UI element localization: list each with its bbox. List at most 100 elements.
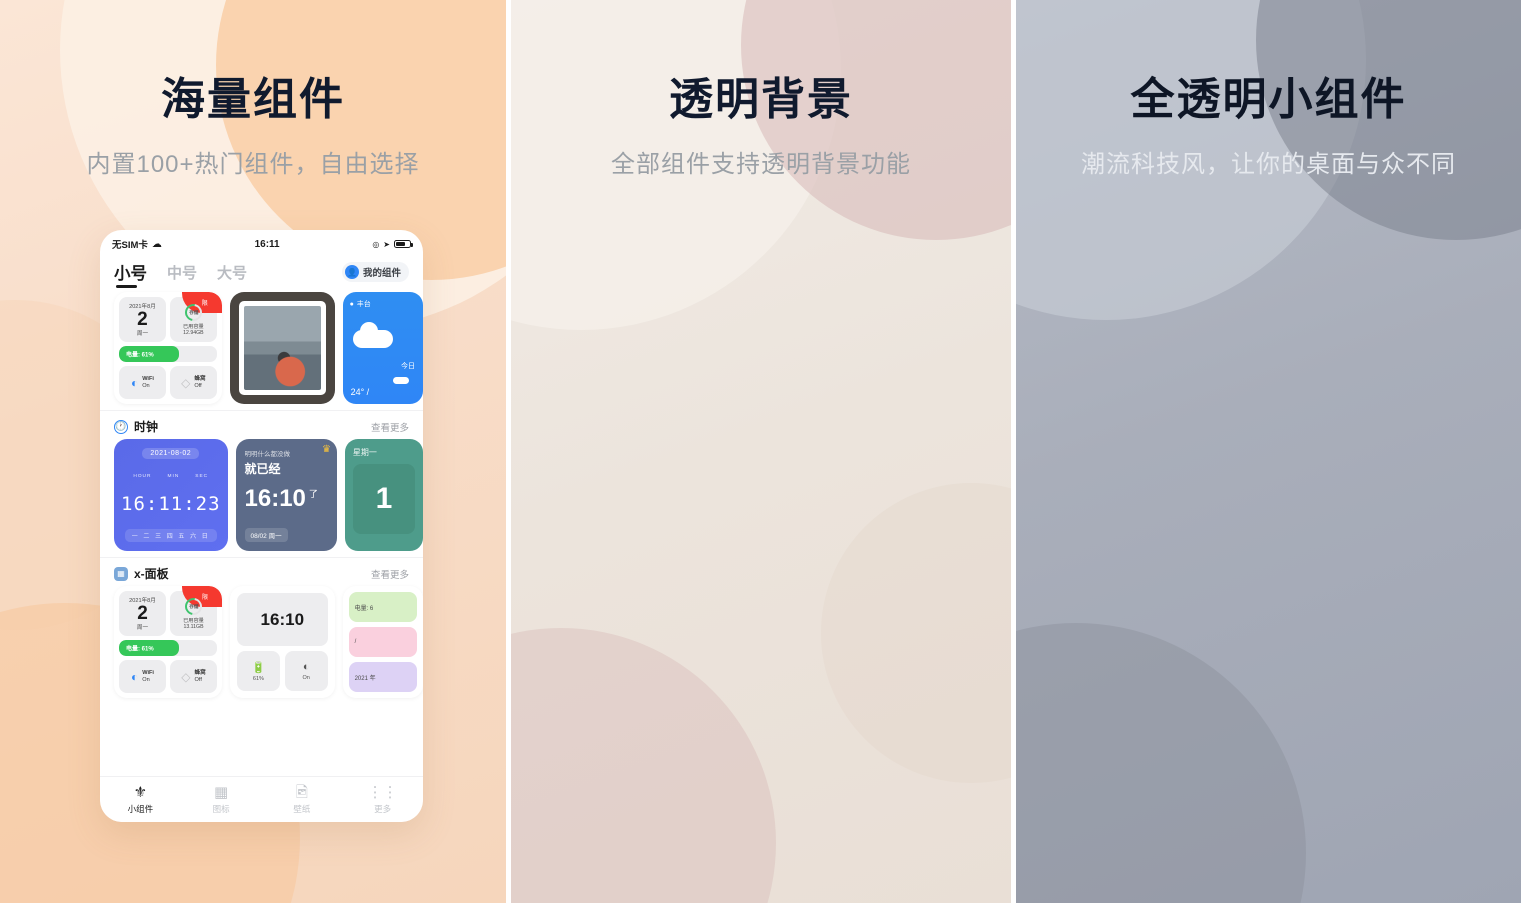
wifi-icon: ◐ [130, 669, 139, 684]
panel-subtitle: 内置100+热门组件，自由选择 [86, 151, 420, 178]
nav-label: 壁纸 [293, 803, 311, 814]
wifi-icon: ◐ [130, 375, 139, 390]
panel-battery-value: 61% [252, 675, 264, 682]
date-tile: 2021年8月 2 周一 [119, 297, 166, 343]
panel-wifi-value: On [302, 675, 310, 681]
phone-mockup-1: 无SIM卡 ☁ 16:11 ◎ ➤ 小号 中号 大号 👤 我的组件 限 2021… [100, 230, 423, 822]
pin-icon: ● [349, 300, 354, 308]
tab-large[interactable]: 大号 [217, 262, 247, 283]
label-sec: SEC [195, 474, 209, 480]
flip-weekday: 星期一 [352, 448, 377, 457]
panel-fully-transparent-widgets: 全透明小组件 潮流科技风，让你的桌面与众不同 ●●●○○ 中国移动 ☁ 1:43… [1016, 0, 1521, 903]
widget-system-info-2[interactable]: 限 2021年8月 2 周一 存储 已用容量 13.11GB 电量: 61% ◐… [114, 586, 222, 698]
wifi-icon: ☁ [151, 238, 162, 250]
date-weekday: 周一 [136, 625, 149, 632]
nav-item-more[interactable]: ⋮⋮ 更多 [342, 777, 423, 822]
panel-subtitle: 全部组件支持透明背景功能 [611, 151, 911, 178]
stack-row-3: 2021 年 [348, 662, 417, 692]
panel-title: 透明背景 [669, 75, 853, 124]
decor-blob [821, 483, 1011, 783]
widget-system-info[interactable]: 限 2021年8月 2 周一 存储 已用容量 12.94GB 电量: 61% ◐… [114, 292, 222, 404]
digital-clock-date: 2021-08-02 [142, 448, 200, 459]
panel-battery-tile: 🔋 61% [237, 651, 280, 691]
section-header-clock: 🕐 时钟 查看更多 [100, 410, 423, 439]
text-clock-line1: 明明什么都没做 [244, 451, 291, 458]
bottom-nav: ⚜ 小组件 ▦ 图标 🖻 壁纸 ⋮⋮ 更多 [100, 776, 423, 822]
see-more-link[interactable]: 查看更多 [371, 420, 409, 434]
nav-item-widgets[interactable]: ⚜ 小组件 [100, 777, 181, 822]
widget-text-clock[interactable]: ♛ 明明什么都没做 就已经 16:10 了 08/02 周一 [235, 439, 337, 551]
widget-flip-clock[interactable]: 星期一 1 [344, 439, 423, 551]
small-cloud-icon [393, 377, 409, 384]
location-icon: ◎ [372, 239, 380, 249]
tab-medium[interactable]: 中号 [167, 262, 197, 283]
stack-row-1: 电量: 6 [348, 592, 417, 622]
storage-label: 存储 [188, 309, 198, 315]
panel-transparent-background: 透明背景 全部组件支持透明背景功能 ●●●○○ 中国移动 ☁ 1:43 pm 8… [511, 0, 1011, 903]
flip-number: 1 [352, 464, 415, 534]
widget-icon: ⚜ [133, 783, 148, 801]
panel-wifi-tile: ◐ On [284, 651, 328, 691]
widget-row-clock: 2021-08-02 HOUR MIN SEC 16:11:23 一 二 三 四 五… [100, 439, 423, 557]
battery-icon: 🔋 [251, 661, 266, 674]
storage-used-value: 12.94GB [183, 329, 204, 336]
section-title: 时钟 [134, 420, 159, 434]
carrier-label: 无SIM卡 [112, 240, 148, 251]
digital-clock-time: 16:11:23 [121, 492, 221, 515]
weather-today-label: 今日 [401, 363, 415, 370]
section-title: x-面板 [134, 567, 169, 581]
cellular-state: Off [194, 676, 202, 683]
panel-massive-widgets: 海量组件 内置100+热门组件，自由选择 无SIM卡 ☁ 16:11 ◎ ➤ 小… [0, 0, 506, 903]
label-min: MIN [167, 474, 180, 480]
widget-weather-blue[interactable]: ● 丰台 今日 24° / [342, 292, 423, 404]
label-hour: HOUR [133, 474, 152, 480]
panel-icon: ▦ [114, 566, 128, 581]
nav-item-wallpaper[interactable]: 🖻 壁纸 [262, 777, 343, 822]
decor-blob [1016, 623, 1306, 903]
widget-row-xpanel: 限 2021年8月 2 周一 存储 已用容量 13.11GB 电量: 61% ◐… [100, 586, 423, 704]
user-icon: 👤 [344, 265, 359, 279]
date-day: 2 [137, 603, 148, 625]
weather-location: 丰台 [356, 301, 371, 308]
storage-used-label: 已用容量 [183, 617, 204, 624]
tab-small[interactable]: 小号 [114, 260, 147, 288]
cellular-off-icon: ◇ [181, 669, 191, 684]
panel-subtitle: 潮流科技风，让你的桌面与众不同 [1081, 151, 1456, 178]
status-bar: 无SIM卡 ☁ 16:11 ◎ ➤ [100, 230, 423, 254]
widget-photo-frame[interactable] [229, 292, 335, 404]
battery-bar: 电量: 61% [119, 346, 217, 363]
photo-frame-inner [238, 301, 326, 395]
see-more-link[interactable]: 查看更多 [371, 567, 409, 581]
panel-title: 海量组件 [161, 75, 345, 124]
cellular-state: Off [194, 382, 202, 389]
date-day: 2 [137, 309, 148, 331]
nav-label: 小组件 [127, 803, 154, 814]
wifi-icon: ◐ [302, 661, 310, 673]
cellular-tile: ◇ 蜂窝 Off [169, 366, 217, 399]
wifi-state: On [142, 382, 150, 389]
my-widgets-button[interactable]: 👤 我的组件 [341, 262, 409, 282]
battery-bar: 电量: 61% [119, 640, 217, 657]
decor-blob [511, 628, 776, 903]
screenshot-stage: 海量组件 内置100+热门组件，自由选择 无SIM卡 ☁ 16:11 ◎ ➤ 小… [0, 0, 1528, 903]
dots-icon: ⋮⋮ [367, 783, 398, 801]
photo-image [243, 306, 321, 390]
widget-clock-panel[interactable]: 16:10 🔋 61% ◐ On [230, 586, 335, 698]
my-widgets-label: 我的组件 [362, 268, 401, 279]
storage-used-value: 13.11GB [183, 623, 204, 630]
widget-digital-clock[interactable]: 2021-08-02 HOUR MIN SEC 16:11:23 一 二 三 四 五… [114, 439, 228, 551]
text-clock-sup: 了 [308, 489, 318, 499]
cloud-icon [352, 322, 393, 348]
battery-label: 电量: 61% [126, 646, 154, 653]
cellular-off-icon: ◇ [181, 375, 191, 390]
text-clock-time: 16:10 [244, 485, 306, 512]
nav-item-icons[interactable]: ▦ 图标 [181, 777, 262, 822]
clock-icon: 🕐 [114, 419, 128, 434]
panel-clock-time: 16:10 [237, 593, 328, 646]
battery-label: 电量: 61% [126, 352, 154, 359]
text-clock-line2: 就已经 [244, 462, 281, 476]
text-clock-date: 08/02 周一 [244, 528, 288, 542]
storage-used-label: 已用容量 [182, 323, 204, 330]
panel-title: 全透明小组件 [1130, 75, 1407, 124]
widget-stack-preview[interactable]: 电量: 6 / 2021 年 [342, 586, 423, 698]
